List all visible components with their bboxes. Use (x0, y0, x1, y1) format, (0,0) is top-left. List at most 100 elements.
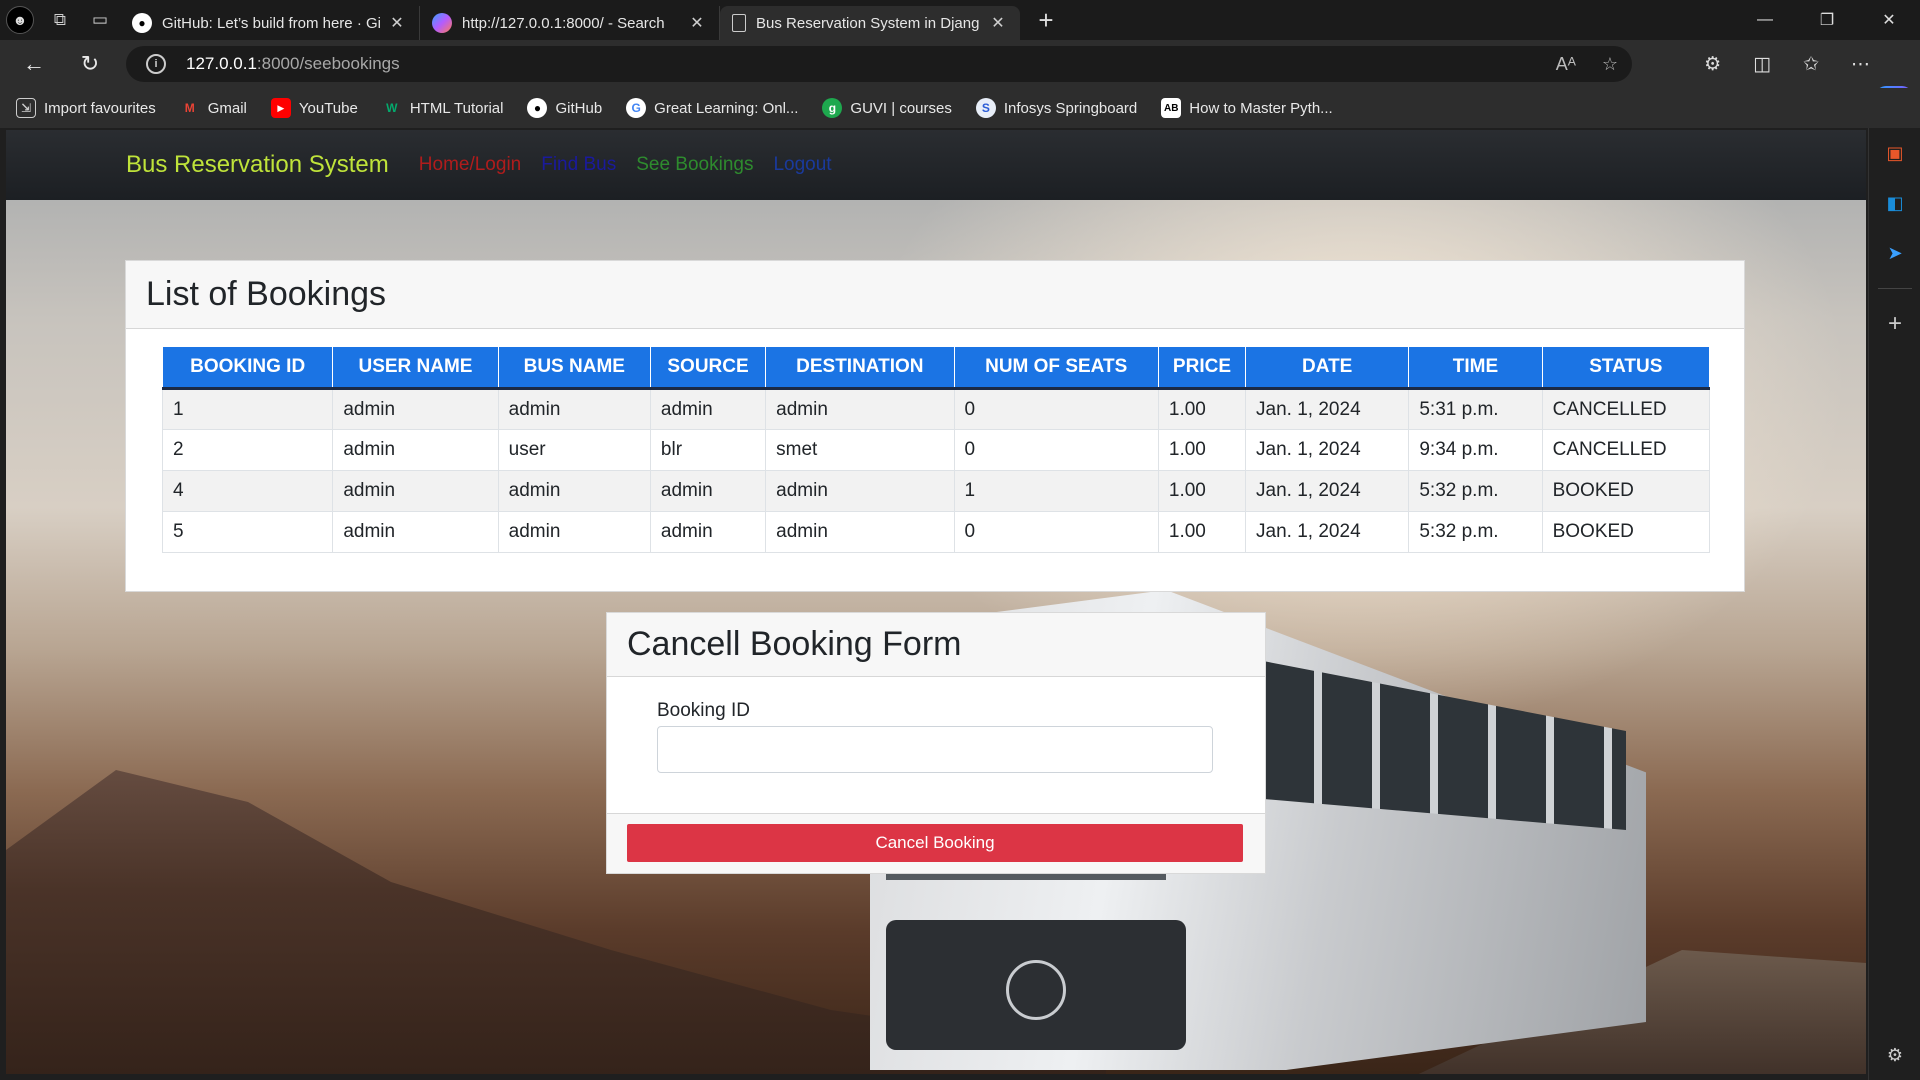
cancel-booking-card: Cancell Booking Form Booking ID Cancel B… (606, 612, 1266, 874)
read-aloud-icon[interactable]: Aᴬ (1556, 54, 1576, 75)
table-cell: 0 (953, 388, 1159, 430)
bookmark-label: How to Master Pyth... (1189, 99, 1333, 117)
bookmark-youtube[interactable]: ▶ YouTube (270, 98, 358, 118)
table-cell: blr (649, 429, 767, 471)
url-input[interactable]: i 127.0.0.1:8000/seebookings Aᴬ ☆ (126, 46, 1632, 82)
column-header: PRICE (1157, 346, 1247, 390)
bookmark-label: GitHub (555, 99, 603, 117)
tab-github[interactable]: ● GitHub: Let’s build from here · Gi ✕ (120, 6, 420, 40)
bookmark-html-tutorial[interactable]: W HTML Tutorial (382, 98, 503, 118)
table-cell: 9:34 p.m. (1408, 429, 1543, 471)
youtube-icon: ▶ (270, 98, 291, 118)
nav-see-bookings[interactable]: See Bookings (636, 154, 753, 176)
settings-gear-icon[interactable]: ⚙ (1869, 1030, 1920, 1080)
favourite-star-icon[interactable]: ☆ (1602, 54, 1618, 75)
nav-find-bus[interactable]: Find Bus (541, 154, 616, 176)
bookmark-master-python[interactable]: AB How to Master Pyth... (1161, 98, 1333, 118)
refresh-button[interactable]: ↻ (68, 42, 112, 86)
table-row: 1 admin admin admin admin 0 1.00 Jan. 1,… (161, 388, 1711, 430)
table-cell: BOOKED (1541, 511, 1711, 553)
add-icon[interactable]: + (1869, 299, 1920, 349)
table-cell: admin (497, 388, 651, 430)
github-icon: ● (527, 98, 548, 118)
close-tab-icon[interactable]: ✕ (687, 13, 707, 33)
table-cell: 0 (953, 511, 1159, 553)
url-host: 127.0.0.1 (186, 54, 257, 73)
send-icon[interactable]: ➤ (1869, 228, 1920, 278)
site-brand[interactable]: Bus Reservation System (126, 151, 389, 179)
tab-bus-reservation[interactable]: Bus Reservation System in Djang ✕ (720, 6, 1020, 40)
back-button[interactable]: ← (12, 42, 56, 86)
table-cell: 1 (161, 388, 334, 430)
tab-title: GitHub: Let’s build from here · Gi (162, 14, 381, 32)
table-cell: 1.00 (1157, 470, 1247, 512)
workspaces-icon[interactable]: ⧉ (40, 0, 80, 40)
bookmark-import-favourites[interactable]: ⇲ Import favourites (16, 98, 156, 118)
restore-icon[interactable]: ❐ (1796, 0, 1858, 40)
table-cell: 5:31 p.m. (1408, 388, 1543, 430)
bookmark-gmail[interactable]: M Gmail (180, 98, 247, 118)
bookmark-great-learning[interactable]: G Great Learning: Onl... (626, 98, 798, 118)
extensions-icon[interactable]: ⚙ (1704, 53, 1721, 76)
booking-id-label: Booking ID (657, 700, 750, 721)
close-window-icon[interactable]: ✕ (1858, 0, 1920, 40)
page-icon (732, 14, 746, 32)
table-cell: admin (765, 511, 955, 553)
bookmark-infosys[interactable]: S Infosys Springboard (975, 98, 1137, 118)
bus-logo (1006, 960, 1066, 1020)
column-header: DATE (1245, 346, 1410, 390)
ab-icon: AB (1161, 98, 1182, 118)
table-cell: admin (649, 470, 767, 512)
table-cell: admin (497, 511, 651, 553)
column-header: STATUS (1541, 346, 1711, 390)
table-cell: 1.00 (1157, 388, 1247, 430)
minimize-icon[interactable]: — (1734, 0, 1796, 40)
cancel-booking-button[interactable]: Cancel Booking (627, 824, 1243, 862)
table-cell: Jan. 1, 2024 (1245, 511, 1410, 553)
tab-search[interactable]: http://127.0.0.1:8000/ - Search ✕ (420, 6, 720, 40)
column-header: SOURCE (649, 346, 767, 390)
guvi-icon: g (822, 98, 843, 118)
table-cell: 5:32 p.m. (1408, 511, 1543, 553)
bookmark-guvi[interactable]: g GUVI | courses (822, 98, 952, 118)
booking-id-input[interactable] (657, 726, 1213, 773)
table-cell: admin (332, 429, 499, 471)
table-row: 2 admin user blr smet 0 1.00 Jan. 1, 202… (161, 429, 1711, 471)
table-cell: admin (649, 388, 767, 430)
site-info-icon[interactable]: i (146, 54, 166, 74)
tab-actions-icon[interactable]: ▭ (80, 0, 120, 40)
table-cell: admin (332, 470, 499, 512)
nav-logout[interactable]: Logout (773, 154, 831, 176)
new-tab-button[interactable]: + (1026, 5, 1066, 36)
bookings-table: BOOKING ID USER NAME BUS NAME SOURCE DES… (161, 346, 1711, 553)
bookmarks-bar: ⇲ Import favourites M Gmail ▶ YouTube W HTML… (0, 88, 1920, 128)
favourites-icon[interactable]: ✩ (1803, 53, 1819, 76)
table-cell: 5:32 p.m. (1408, 470, 1543, 512)
table-cell: Jan. 1, 2024 (1245, 388, 1410, 430)
cancel-form-title: Cancell Booking Form (607, 613, 1265, 677)
profile-avatar[interactable]: ☻ (0, 0, 40, 40)
url-path: :8000/seebookings (256, 54, 400, 73)
bookings-card: List of Bookings BOOKING ID USER NAME BU… (125, 260, 1745, 592)
table-cell: 1 (953, 470, 1159, 512)
briefcase-icon[interactable]: ▣ (1869, 128, 1920, 178)
table-cell: Jan. 1, 2024 (1245, 470, 1410, 512)
close-tab-icon[interactable]: ✕ (988, 13, 1008, 33)
column-header: BOOKING ID (161, 346, 334, 390)
nav-home-login[interactable]: Home/Login (419, 154, 521, 176)
import-icon: ⇲ (16, 98, 36, 118)
table-cell: CANCELLED (1541, 388, 1711, 430)
table-cell: 4 (161, 470, 334, 512)
more-menu-icon[interactable]: ⋯ (1851, 53, 1870, 76)
w3schools-icon: W (386, 101, 398, 115)
split-screen-icon[interactable]: ◫ (1753, 53, 1771, 76)
outlook-icon[interactable]: ◧ (1869, 178, 1920, 228)
table-row: 4 admin admin admin admin 1 1.00 Jan. 1,… (161, 470, 1711, 512)
close-tab-icon[interactable]: ✕ (387, 13, 407, 33)
edge-sidebar: ▣ ◧ ➤ + ⚙ (1868, 128, 1920, 1080)
gmail-icon: M (184, 101, 195, 115)
copilot-search-icon (432, 13, 452, 33)
site-navbar: Bus Reservation System Home/Login Find B… (6, 130, 1866, 200)
bookmark-github[interactable]: ● GitHub (527, 98, 602, 118)
table-cell: admin (332, 388, 499, 430)
